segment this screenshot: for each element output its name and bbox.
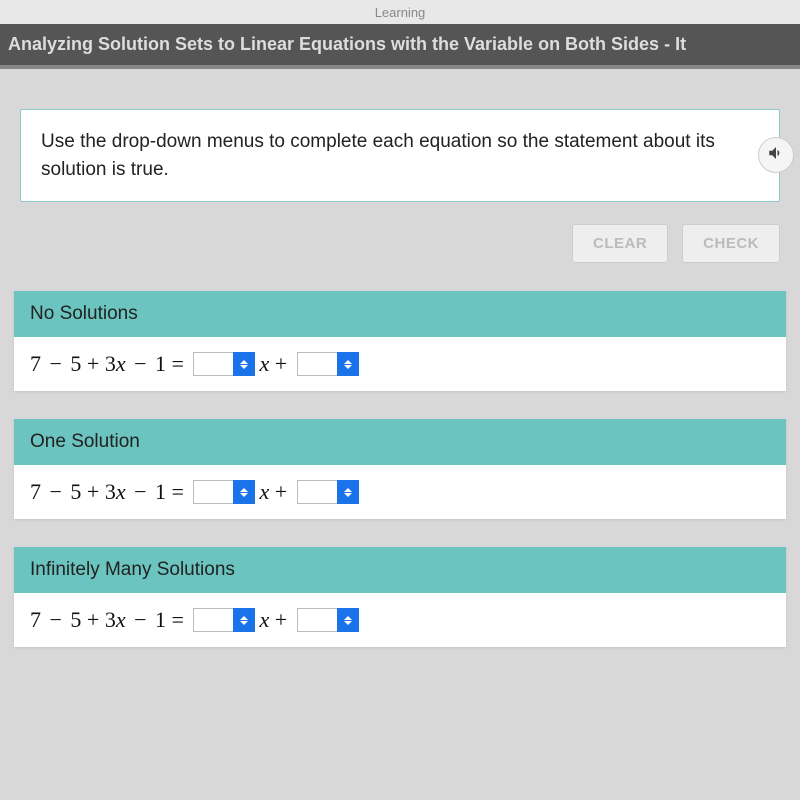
dropdown-const[interactable] [297, 480, 359, 504]
group-equation: 7 − 5 + 3x − 1 = x + [14, 337, 786, 391]
action-row: CLEAR CHECK [0, 224, 800, 291]
dropdown-field [297, 352, 337, 376]
dropdown-field [193, 480, 233, 504]
top-tab-label: Learning [375, 5, 426, 20]
directions-text: Use the drop-down menus to complete each… [41, 131, 715, 180]
group-infinite-solutions: Infinitely Many Solutions 7 − 5 + 3x − 1… [14, 547, 786, 647]
check-button[interactable]: CHECK [682, 224, 780, 263]
equation-mid: x + [259, 479, 292, 505]
stepper-icon [233, 608, 255, 632]
clear-button[interactable]: CLEAR [572, 224, 668, 263]
dropdown-coef[interactable] [193, 608, 255, 632]
group-equation: 7 − 5 + 3x − 1 = x + [14, 465, 786, 519]
dropdown-field [297, 608, 337, 632]
dropdown-coef[interactable] [193, 480, 255, 504]
stepper-icon [233, 352, 255, 376]
equation-lhs: 7 − 5 + 3x − 1 = [30, 351, 189, 377]
problems-list: No Solutions 7 − 5 + 3x − 1 = x + One So… [0, 291, 800, 647]
speaker-icon [767, 144, 785, 167]
group-title: One Solution [14, 419, 786, 465]
content-area: Use the drop-down menus to complete each… [0, 109, 800, 647]
stepper-icon [233, 480, 255, 504]
stepper-icon [337, 608, 359, 632]
dropdown-field [297, 480, 337, 504]
header-title: Analyzing Solution Sets to Linear Equati… [8, 34, 686, 54]
group-title: Infinitely Many Solutions [14, 547, 786, 593]
equation-lhs: 7 − 5 + 3x − 1 = [30, 607, 189, 633]
stepper-icon [337, 352, 359, 376]
group-one-solution: One Solution 7 − 5 + 3x − 1 = x + [14, 419, 786, 519]
page-header: Analyzing Solution Sets to Linear Equati… [0, 24, 800, 69]
stepper-icon [337, 480, 359, 504]
audio-button[interactable] [758, 137, 794, 173]
group-title: No Solutions [14, 291, 786, 337]
dropdown-coef[interactable] [193, 352, 255, 376]
dropdown-field [193, 352, 233, 376]
top-tab: Learning [0, 0, 800, 24]
dropdown-const[interactable] [297, 608, 359, 632]
group-no-solutions: No Solutions 7 − 5 + 3x − 1 = x + [14, 291, 786, 391]
equation-mid: x + [259, 351, 292, 377]
equation-mid: x + [259, 607, 292, 633]
directions-box: Use the drop-down menus to complete each… [20, 109, 780, 202]
dropdown-const[interactable] [297, 352, 359, 376]
group-equation: 7 − 5 + 3x − 1 = x + [14, 593, 786, 647]
equation-lhs: 7 − 5 + 3x − 1 = [30, 479, 189, 505]
dropdown-field [193, 608, 233, 632]
